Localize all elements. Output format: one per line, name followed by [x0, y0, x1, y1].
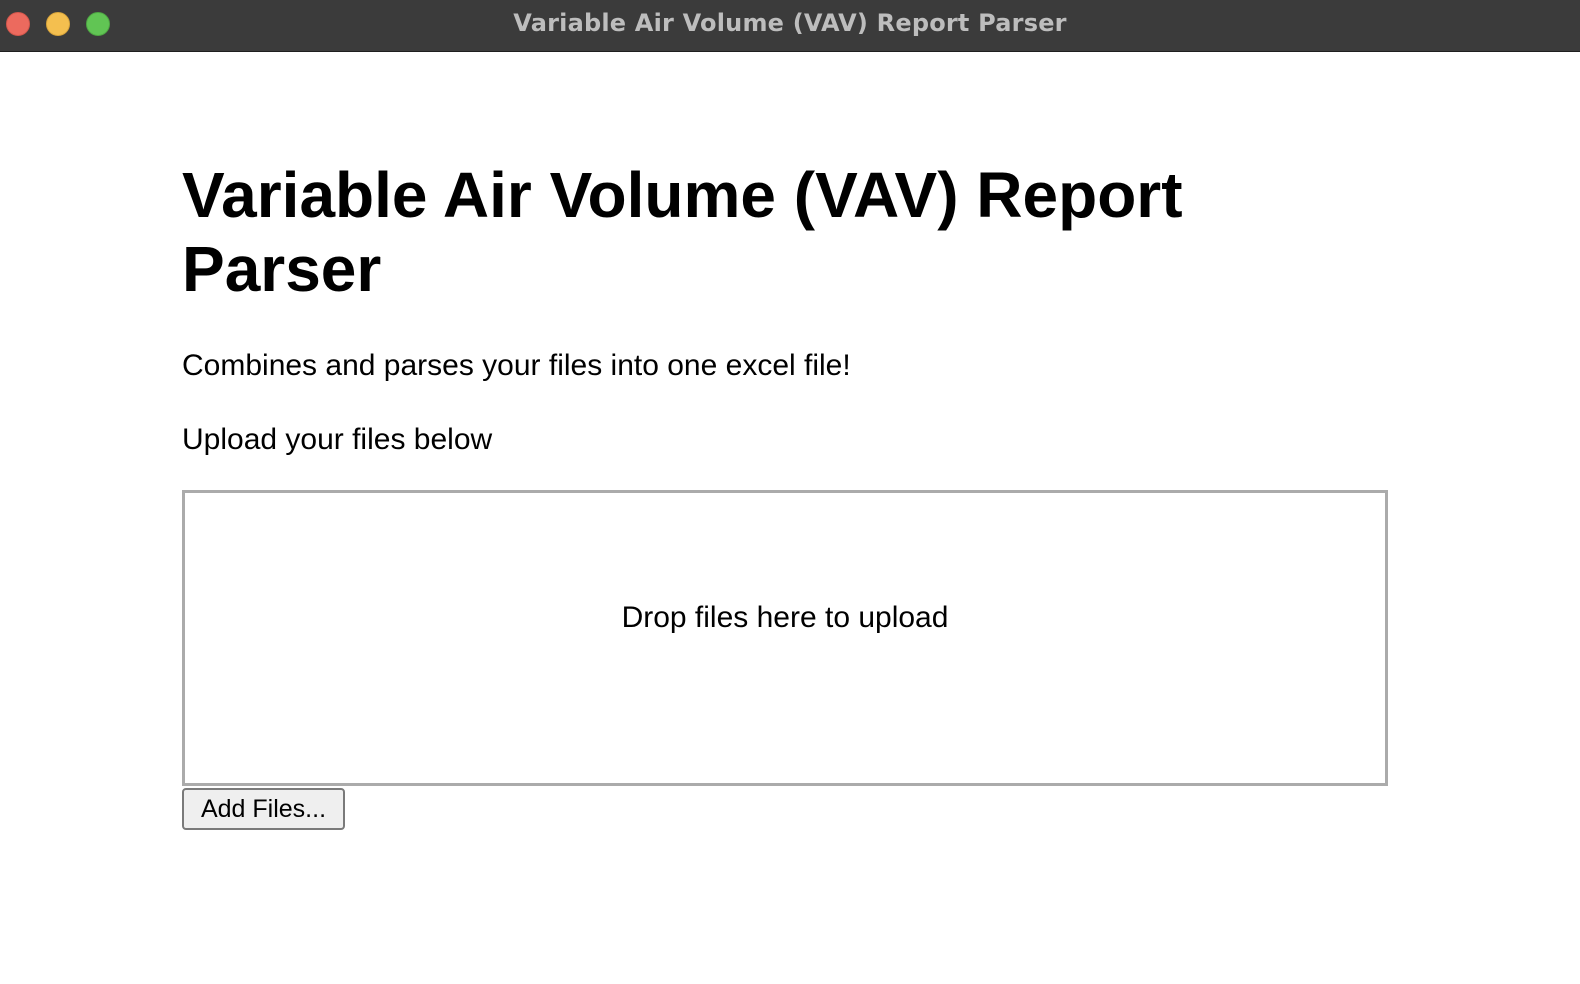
dropzone-label: Drop files here to upload: [621, 601, 949, 634]
window-titlebar: Variable Air Volume (VAV) Report Parser: [0, 0, 1580, 52]
window-title: Variable Air Volume (VAV) Report Parser: [513, 9, 1067, 37]
page-description: Combines and parses your files into one …: [182, 349, 851, 382]
add-files-button[interactable]: Add Files...: [182, 788, 345, 830]
page-title: Variable Air Volume (VAV) Report Parser: [182, 159, 1183, 305]
file-dropzone[interactable]: Drop files here to upload: [182, 490, 1388, 786]
upload-instructions: Upload your files below: [182, 423, 493, 456]
